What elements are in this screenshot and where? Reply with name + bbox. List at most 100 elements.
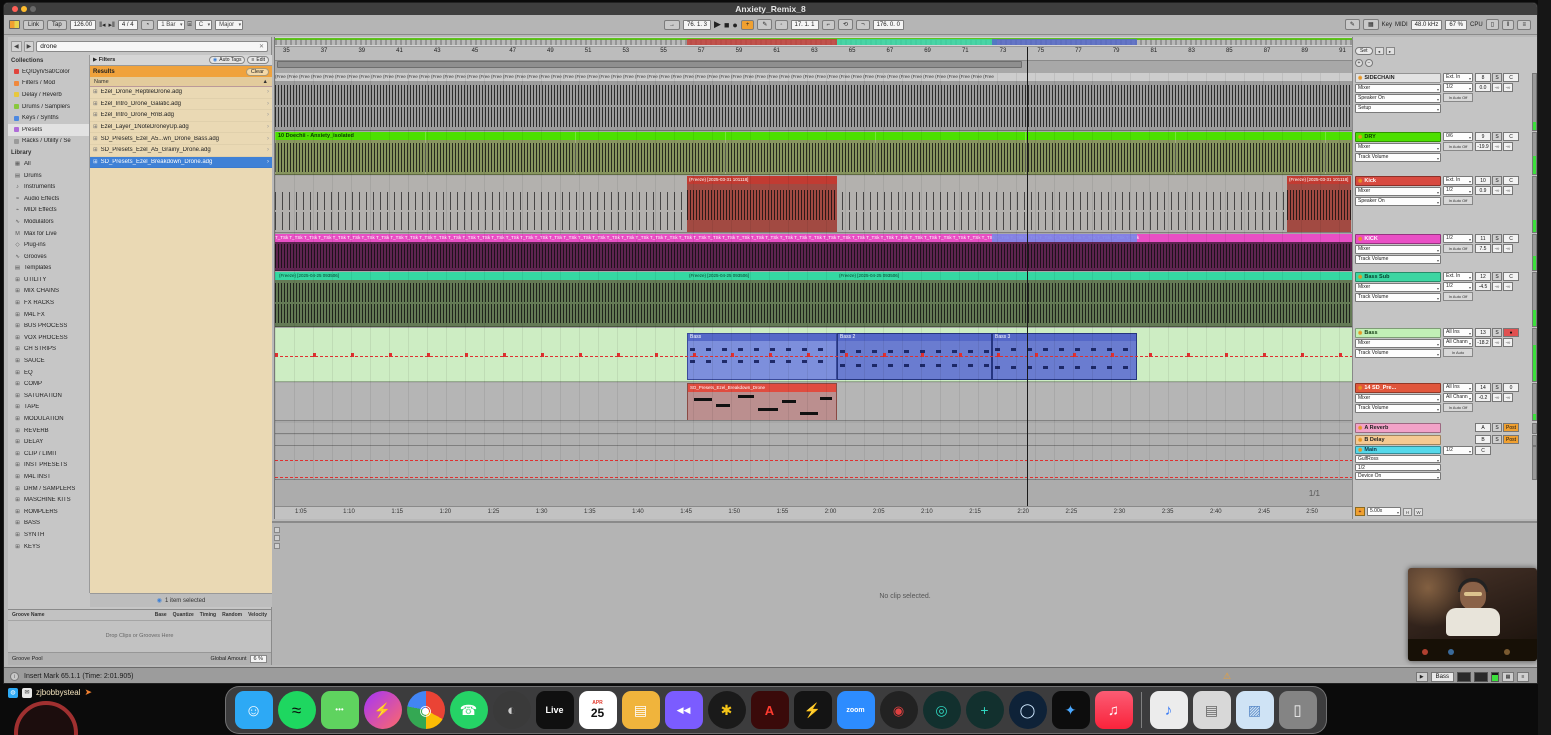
library-item[interactable]: ∿ Grooves <box>8 251 89 263</box>
track-activator[interactable]: 10 <box>1475 176 1491 185</box>
zoom-height-button[interactable]: H <box>1403 508 1412 516</box>
solo-button[interactable]: S <box>1492 383 1502 392</box>
input-type-chooser[interactable]: Ext. In <box>1443 176 1473 185</box>
send-a-field[interactable]: -∞ <box>1492 244 1502 253</box>
library-item[interactable]: ⊞ COMP <box>8 378 89 390</box>
control-chooser[interactable]: Track Volume <box>1355 293 1441 302</box>
midi-map-button[interactable]: MIDI <box>1395 22 1408 28</box>
library-item[interactable]: ⊞ DRM / SAMPLERS <box>8 483 89 495</box>
dock-app-icon[interactable]: ◉ <box>880 691 918 729</box>
volume-field[interactable]: -19.9 <box>1475 142 1491 151</box>
track-name-row[interactable]: ◉ Bass <box>1355 328 1441 338</box>
library-item[interactable]: ⊞ SAUCE <box>8 355 89 367</box>
input-type-chooser[interactable]: Ext. In <box>1443 272 1473 281</box>
hotswap-arrow-icon[interactable]: › <box>267 89 269 95</box>
device-tab-icon[interactable] <box>274 535 280 541</box>
track-fold-icon[interactable]: ◉ <box>1358 437 1362 443</box>
frozen-clip[interactable]: (Freeze) [2025-03-31 101118] <box>687 176 837 232</box>
arrangement-area[interactable]: 3537394143454749515355575961636567697173… <box>274 37 1352 519</box>
minimize-window-button[interactable] <box>21 6 27 12</box>
library-item[interactable]: ⊞ VOX PROCESS <box>8 332 89 344</box>
dock-shortcut-icon[interactable]: ▨ <box>1236 691 1274 729</box>
track-fold-icon[interactable]: ◉ <box>1358 178 1362 184</box>
track-activator[interactable]: 8 <box>1475 73 1491 82</box>
overview-toggle-icon[interactable]: ‖ <box>1502 20 1514 30</box>
track-header[interactable]: ◉ 14 SD_Pre... Mixer Track Volume All In… <box>1355 383 1537 421</box>
control-chooser[interactable]: 1/2 <box>1355 464 1441 472</box>
link-button[interactable]: Link <box>23 20 44 30</box>
grid-toggle-icon[interactable]: ▦ <box>1502 672 1514 682</box>
send-b-field[interactable]: -∞ <box>1503 393 1513 402</box>
library-item[interactable]: ⊞ BUS PROCESS <box>8 320 89 332</box>
library-item[interactable]: M Max for Live <box>8 228 89 240</box>
volume-field[interactable]: -0.2 <box>1475 393 1491 402</box>
send-a-field[interactable]: -∞ <box>1492 142 1502 151</box>
library-item[interactable]: ♪ Instruments <box>8 181 89 193</box>
zoom-back-button[interactable]: + <box>1355 507 1365 516</box>
send-a-field[interactable]: -∞ <box>1492 186 1502 195</box>
time-signature-field[interactable]: 4 / 4 <box>118 20 138 30</box>
automation-tab-icon[interactable] <box>274 543 280 549</box>
dock-app-icon[interactable]: ▤ <box>622 691 660 729</box>
close-window-button[interactable] <box>12 6 18 12</box>
globe-icon[interactable]: ◍ <box>8 688 18 698</box>
solo-button[interactable]: S <box>1492 328 1502 337</box>
track-name-row[interactable]: ◉ Kick <box>1355 176 1441 186</box>
device-chooser[interactable]: Mixer <box>1355 245 1441 254</box>
browser-file-row[interactable]: ⊞ Ezel_Layer_1NoteDroneyUp.adg › <box>90 122 272 134</box>
dock-app-icon[interactable]: A <box>751 691 789 729</box>
solo-button[interactable]: S <box>1492 435 1502 444</box>
automation-arm-button[interactable]: ✎ <box>757 19 772 30</box>
track-header[interactable]: ◉ Kick Mixer Speaker On Ext. In 1/2 In A… <box>1355 176 1537 233</box>
edit-tags-button[interactable]: ≡Edit <box>247 56 269 64</box>
track-activator[interactable]: 11 <box>1475 234 1491 243</box>
preview-play-icon[interactable]: ▶ <box>1416 672 1428 682</box>
dock-app-icon[interactable]: ⚡ <box>364 691 402 729</box>
arm-crossfade-button[interactable]: ● <box>1503 328 1519 337</box>
device-chooser[interactable]: Mixer <box>1355 84 1441 93</box>
key-map-button[interactable]: Key <box>1382 22 1392 28</box>
arm-crossfade-button[interactable]: Post <box>1503 435 1519 444</box>
device-chooser[interactable]: Mixer <box>1355 283 1441 292</box>
track-name-row[interactable]: ◉ B Delay <box>1355 435 1441 445</box>
loop-region[interactable] <box>277 61 1022 68</box>
sort-icon[interactable]: ▲ <box>263 79 268 85</box>
library-item[interactable]: ⊞ MODULATION <box>8 413 89 425</box>
control-chooser[interactable]: Track Volume <box>1355 153 1441 162</box>
control-chooser[interactable]: Speaker On <box>1355 94 1441 103</box>
arm-crossfade-button[interactable]: C <box>1503 132 1519 141</box>
midi-clip-drone[interactable]: SD_Presets_Ezel_Breakdown_Drone <box>687 383 837 421</box>
dock-app-icon[interactable]: ◯ <box>1009 691 1047 729</box>
frozen-clip-header-strip[interactable]: (Freeze) [2025-04-25 093506] (Freeze) [2… <box>275 272 1352 280</box>
search-input[interactable]: drone ✕ <box>36 41 268 52</box>
clear-results-button[interactable]: Clear <box>246 68 269 76</box>
metronome-button[interactable]: ◔ <box>141 20 155 30</box>
library-item[interactable]: ⊞ BASS <box>8 518 89 530</box>
arm-crossfade-button[interactable]: C <box>1475 446 1491 455</box>
nudge-down-icon[interactable]: ‖◂ <box>99 21 105 29</box>
library-item[interactable]: ⊞ ROMPLERS <box>8 506 89 518</box>
capture-midi-button[interactable]: ◦ <box>775 20 787 30</box>
track-activator[interactable]: A <box>1475 423 1491 432</box>
send-b-field[interactable]: -∞ <box>1503 282 1513 291</box>
send-b-field[interactable]: -∞ <box>1503 338 1513 347</box>
input-type-chooser[interactable]: All Ins <box>1443 328 1473 337</box>
track-name-row[interactable]: ◉ 14 SD_Pre... <box>1355 383 1441 393</box>
track-fold-icon[interactable]: ◉ <box>1358 330 1362 336</box>
library-item[interactable]: ◇ Plug-ins <box>8 239 89 251</box>
record-button[interactable]: ● <box>732 20 737 30</box>
tempo-field[interactable]: 126.00 <box>70 20 96 30</box>
track-fold-icon[interactable]: ◉ <box>1358 236 1362 242</box>
send-b-field[interactable]: -∞ <box>1503 142 1513 151</box>
nudge-up-icon[interactable]: ▸‖ <box>108 21 114 29</box>
collection-item[interactable]: Keys / Synths <box>8 112 89 124</box>
dock-app-icon[interactable]: ✱ <box>708 691 746 729</box>
dock-app-icon[interactable]: ◉ <box>407 691 445 729</box>
computer-midi-keyboard-button[interactable]: ▦ <box>1363 19 1379 30</box>
track-name-row[interactable]: ◉ SIDECHAIN <box>1355 73 1441 83</box>
library-item[interactable]: ⊞ MIX CHAINS <box>8 286 89 298</box>
punch-in-button[interactable]: ⌐ <box>822 20 836 30</box>
input-type-chooser[interactable]: All Ins <box>1443 383 1473 392</box>
hotswap-arrow-icon[interactable]: › <box>267 124 269 130</box>
play-button[interactable]: ▶ <box>714 19 721 30</box>
